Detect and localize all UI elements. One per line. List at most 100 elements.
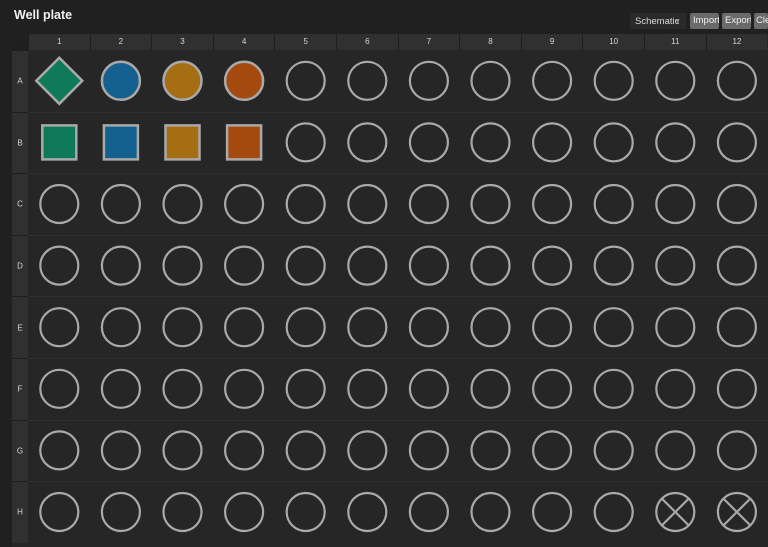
- well-H2[interactable]: [100, 491, 142, 533]
- row-header-D[interactable]: D: [12, 234, 28, 297]
- export-button[interactable]: Export: [722, 13, 751, 29]
- well-H6[interactable]: [347, 491, 388, 533]
- well-A5[interactable]: [285, 60, 326, 101]
- well-A7[interactable]: [408, 60, 449, 101]
- well-C4[interactable]: [224, 183, 265, 225]
- well-C7[interactable]: [408, 183, 449, 225]
- well-G4[interactable]: [224, 430, 265, 471]
- row-header-B[interactable]: B: [12, 111, 28, 174]
- well-C11[interactable]: [655, 183, 696, 225]
- well-C5[interactable]: [285, 183, 326, 225]
- column-header-5[interactable]: 5: [274, 34, 336, 50]
- column-header-1[interactable]: 1: [28, 34, 90, 50]
- well-H7[interactable]: [408, 491, 449, 533]
- well-A3[interactable]: [162, 60, 203, 102]
- column-header-9[interactable]: 9: [520, 34, 583, 50]
- well-A4[interactable]: [223, 60, 265, 102]
- well-E4[interactable]: [224, 307, 265, 348]
- well-D4[interactable]: [224, 245, 265, 286]
- row-header-E[interactable]: E: [12, 296, 28, 358]
- well-D6[interactable]: [347, 245, 388, 286]
- well-H1[interactable]: [39, 491, 80, 533]
- well-E6[interactable]: [347, 307, 388, 348]
- column-header-4[interactable]: 4: [212, 34, 275, 50]
- well-E1[interactable]: [39, 307, 80, 348]
- well-F5[interactable]: [285, 368, 326, 409]
- well-F7[interactable]: [408, 368, 449, 409]
- well-E7[interactable]: [408, 307, 449, 348]
- well-B1[interactable]: [41, 124, 78, 161]
- well-B6[interactable]: [347, 122, 388, 163]
- well-C8[interactable]: [470, 183, 511, 225]
- well-G12[interactable]: [716, 430, 758, 471]
- well-A8[interactable]: [470, 60, 511, 101]
- well-D3[interactable]: [162, 245, 203, 286]
- column-header-2[interactable]: 2: [89, 34, 152, 50]
- well-H5[interactable]: [285, 491, 326, 533]
- well-H3[interactable]: [162, 491, 203, 533]
- column-header-10[interactable]: 10: [582, 34, 644, 50]
- row-header-C[interactable]: C: [12, 173, 28, 235]
- well-D7[interactable]: [408, 245, 449, 286]
- well-F11[interactable]: [655, 368, 696, 409]
- row-header-A[interactable]: A: [12, 50, 28, 112]
- column-header-12[interactable]: 12: [705, 34, 768, 50]
- well-D12[interactable]: [716, 245, 758, 286]
- well-A1[interactable]: [34, 56, 85, 106]
- well-D1[interactable]: [39, 245, 80, 286]
- well-H10[interactable]: [593, 491, 634, 533]
- well-D9[interactable]: [531, 245, 573, 286]
- well-F2[interactable]: [100, 368, 142, 409]
- well-H8[interactable]: [470, 491, 511, 533]
- well-G3[interactable]: [162, 430, 203, 471]
- well-G1[interactable]: [39, 430, 80, 471]
- well-C10[interactable]: [593, 183, 634, 225]
- well-A11[interactable]: [655, 60, 696, 101]
- well-C9[interactable]: [531, 183, 573, 225]
- well-B4[interactable]: [225, 124, 263, 161]
- well-G11[interactable]: [655, 430, 696, 471]
- well-E9[interactable]: [531, 307, 573, 348]
- column-header-7[interactable]: 7: [397, 34, 460, 50]
- well-E10[interactable]: [593, 307, 634, 348]
- well-F4[interactable]: [224, 368, 265, 409]
- column-header-3[interactable]: 3: [151, 34, 213, 50]
- well-D10[interactable]: [593, 245, 634, 286]
- well-B11[interactable]: [655, 122, 696, 163]
- well-B7[interactable]: [408, 122, 449, 163]
- well-B5[interactable]: [285, 122, 326, 163]
- well-F8[interactable]: [470, 368, 511, 409]
- well-D8[interactable]: [470, 245, 511, 286]
- well-E5[interactable]: [285, 307, 326, 348]
- well-C12[interactable]: [716, 183, 758, 225]
- well-B3[interactable]: [164, 124, 201, 161]
- well-D5[interactable]: [285, 245, 326, 286]
- well-D11[interactable]: [655, 245, 696, 286]
- column-header-6[interactable]: 6: [336, 34, 398, 50]
- well-C1[interactable]: [39, 183, 80, 225]
- well-B12[interactable]: [716, 122, 758, 163]
- well-H12[interactable]: [716, 491, 758, 533]
- column-header-11[interactable]: 11: [644, 34, 706, 50]
- well-F12[interactable]: [716, 368, 758, 409]
- well-E11[interactable]: [655, 307, 696, 348]
- well-A10[interactable]: [593, 60, 634, 101]
- well-H4[interactable]: [224, 491, 265, 533]
- well-E2[interactable]: [100, 307, 142, 348]
- well-F1[interactable]: [39, 368, 80, 409]
- well-F9[interactable]: [531, 368, 573, 409]
- well-E3[interactable]: [162, 307, 203, 348]
- well-E12[interactable]: [716, 307, 758, 348]
- well-G7[interactable]: [408, 430, 449, 471]
- column-header-8[interactable]: 8: [459, 34, 521, 50]
- well-G6[interactable]: [347, 430, 388, 471]
- row-header-G[interactable]: G: [12, 419, 28, 482]
- well-C3[interactable]: [162, 183, 203, 225]
- well-F10[interactable]: [593, 368, 634, 409]
- well-C2[interactable]: [100, 183, 142, 225]
- well-A6[interactable]: [347, 60, 388, 101]
- well-G2[interactable]: [100, 430, 142, 471]
- well-G9[interactable]: [531, 430, 573, 471]
- well-F3[interactable]: [162, 368, 203, 409]
- well-A9[interactable]: [531, 60, 573, 101]
